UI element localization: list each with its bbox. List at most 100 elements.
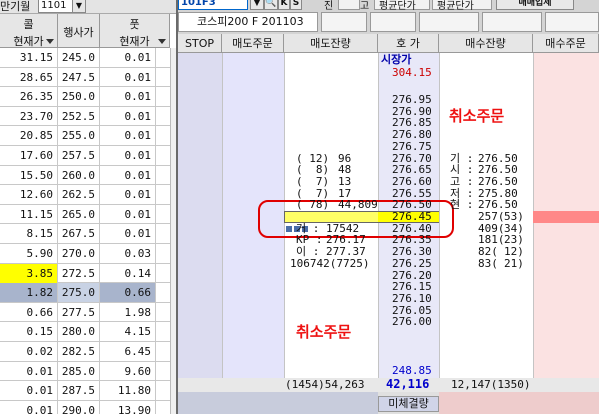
- call-price-cell: 0.66: [0, 302, 58, 322]
- buy-qty: 257(: [478, 210, 505, 223]
- put-price-cell: 0.03: [100, 243, 156, 263]
- order-panel: 101F3 ▼ 🔍 K S 진 고 평균단가 평균단가 매매입체 코스피200 …: [178, 0, 599, 414]
- buy-qty: 83(: [478, 257, 498, 270]
- k-button[interactable]: K: [278, 0, 290, 10]
- unfilled-button[interactable]: 미체결량: [378, 396, 439, 412]
- buy-qty: 82(: [478, 245, 498, 258]
- call-price-cell: 8.15: [0, 224, 58, 244]
- strike-cell: 287.5: [58, 381, 100, 401]
- upper-limit: 304.15: [392, 66, 432, 79]
- price-level: 276.75: [392, 140, 432, 153]
- price-level: 276.25: [392, 257, 432, 270]
- price-level: 276.10: [392, 292, 432, 305]
- col-price[interactable]: 호 가: [378, 34, 439, 53]
- info-label: 시 :: [450, 163, 474, 176]
- put-price-cell: 0.66: [100, 283, 156, 303]
- put-price-cell: 0.01: [100, 106, 156, 126]
- call-price-cell: 28.65: [0, 67, 58, 87]
- call-price-cell: 23.70: [0, 106, 58, 126]
- trade-button[interactable]: 매매입체: [496, 0, 574, 10]
- code-input[interactable]: 101F3: [178, 0, 248, 10]
- stat-label: 이 :: [296, 245, 320, 258]
- strike-cell: 280.0: [58, 322, 100, 342]
- avg-price-field: 평균단가: [374, 0, 430, 12]
- s-button[interactable]: S: [290, 0, 302, 10]
- option-row[interactable]: 12.60 262.5 0.01: [0, 185, 170, 205]
- price-level: 276.35: [392, 233, 432, 246]
- toolbar: 101F3 ▼ 🔍 K S 진 고 평균단가 평균단가 매매입체: [178, 0, 599, 12]
- option-row[interactable]: 0.02 282.5 6.45: [0, 341, 170, 362]
- price-level: 276.30: [392, 245, 432, 258]
- buy-order-column[interactable]: [533, 53, 599, 414]
- info-value: 276.50: [478, 198, 518, 211]
- strike-cell: 262.5: [58, 185, 100, 205]
- avg-price-label-2: 평균단가: [437, 1, 474, 12]
- sell-qty: 13: [338, 175, 352, 188]
- dropdown-button[interactable]: ▼: [250, 0, 264, 10]
- buy-order-marker[interactable]: [533, 211, 599, 223]
- option-row[interactable]: 0.01 285.0 9.60: [0, 361, 170, 382]
- option-row[interactable]: 26.35 250.0 0.01: [0, 87, 170, 107]
- call-price-cell: 0.01: [0, 361, 58, 381]
- search-icon[interactable]: 🔍: [264, 0, 278, 10]
- info-label: 고 :: [450, 175, 474, 188]
- strike-cell: 277.5: [58, 302, 100, 322]
- option-row[interactable]: 0.01 290.0 13.90: [0, 400, 170, 414]
- call-header[interactable]: 콜 현재가: [0, 14, 58, 48]
- option-row[interactable]: 3.85 272.5 0.14: [0, 263, 170, 284]
- option-row[interactable]: 17.60 257.5 0.01: [0, 145, 170, 166]
- strike-cell: 272.5: [58, 263, 100, 283]
- price-level: 276.95: [392, 93, 432, 106]
- put-price-cell: 0.01: [100, 67, 156, 87]
- put-header[interactable]: 풋 현재가: [100, 14, 170, 48]
- option-row[interactable]: 0.15 280.0 4.15: [0, 322, 170, 342]
- option-row[interactable]: 8.15 267.5 0.01: [0, 224, 170, 244]
- option-row[interactable]: 0.66 277.5 1.98: [0, 302, 170, 323]
- option-row[interactable]: 0.01 287.5 11.80: [0, 381, 170, 401]
- price-level: 276.15: [392, 280, 432, 293]
- col-buy-remain[interactable]: 매수잔량: [439, 34, 533, 53]
- put-price-cell: 0.01: [100, 126, 156, 146]
- put-price-cell: 0.01: [100, 204, 156, 224]
- strike-cell: 260.0: [58, 165, 100, 185]
- option-row[interactable]: 11.15 265.0 0.01: [0, 204, 170, 225]
- strike-cell: 252.5: [58, 106, 100, 126]
- option-row[interactable]: 23.70 252.5 0.01: [0, 106, 170, 127]
- buy-count: 23): [504, 233, 524, 246]
- field-1[interactable]: [338, 0, 360, 10]
- buy-count: 12): [504, 245, 524, 258]
- option-row[interactable]: 15.50 260.0 0.01: [0, 165, 170, 186]
- chevron-down-icon[interactable]: ▼: [72, 0, 86, 13]
- call-price-cell: 0.01: [0, 381, 58, 401]
- put-price-cell: 1.98: [100, 302, 156, 322]
- option-row[interactable]: 20.85 255.0 0.01: [0, 126, 170, 146]
- strike-price-header: 행사가: [63, 26, 94, 39]
- option-row[interactable]: 28.65 247.5 0.01: [0, 67, 170, 88]
- strike-cell: 285.0: [58, 361, 100, 381]
- strike-cell: 245.0: [58, 48, 100, 67]
- info-field-1: [321, 12, 367, 32]
- orderbook-header: STOP 매도주문 매도잔량 호 가 매수잔량 매수주문: [178, 34, 599, 53]
- option-row[interactable]: 5.90 270.0 0.03: [0, 243, 170, 264]
- option-row[interactable]: 1.82 275.0 0.66: [0, 283, 170, 303]
- col-buy-order[interactable]: 매수주문: [533, 34, 599, 53]
- sell-qty: 44,809: [338, 198, 378, 211]
- sort-icon: [46, 39, 54, 44]
- call-price-cell: 12.60: [0, 185, 58, 205]
- strike-header[interactable]: 행사가: [58, 14, 100, 48]
- lower-limit: 248.85: [392, 364, 432, 377]
- col-sell-remain[interactable]: 매도잔량: [284, 34, 378, 53]
- put-price-cell: 0.01: [100, 48, 156, 67]
- buy-count: 53): [504, 210, 524, 223]
- col-stop[interactable]: STOP: [178, 34, 222, 53]
- stop-column[interactable]: [178, 53, 222, 414]
- put-price-cell: 0.01: [100, 145, 156, 165]
- col-sell-order[interactable]: 매도주문: [222, 34, 284, 53]
- put-price-cell: 0.01: [100, 224, 156, 244]
- put-price-cell: 11.80: [100, 381, 156, 401]
- price-level: 276.50: [392, 198, 432, 211]
- option-chain-panel: 만기월 1101 ▼ 콜 현재가 행사가 풋 현재가 31.15 245.0 0.0…: [0, 0, 176, 414]
- price-level: 276.80: [392, 128, 432, 141]
- option-row[interactable]: 31.15 245.0 0.01: [0, 48, 170, 68]
- market-price-label[interactable]: 시장가: [381, 54, 411, 65]
